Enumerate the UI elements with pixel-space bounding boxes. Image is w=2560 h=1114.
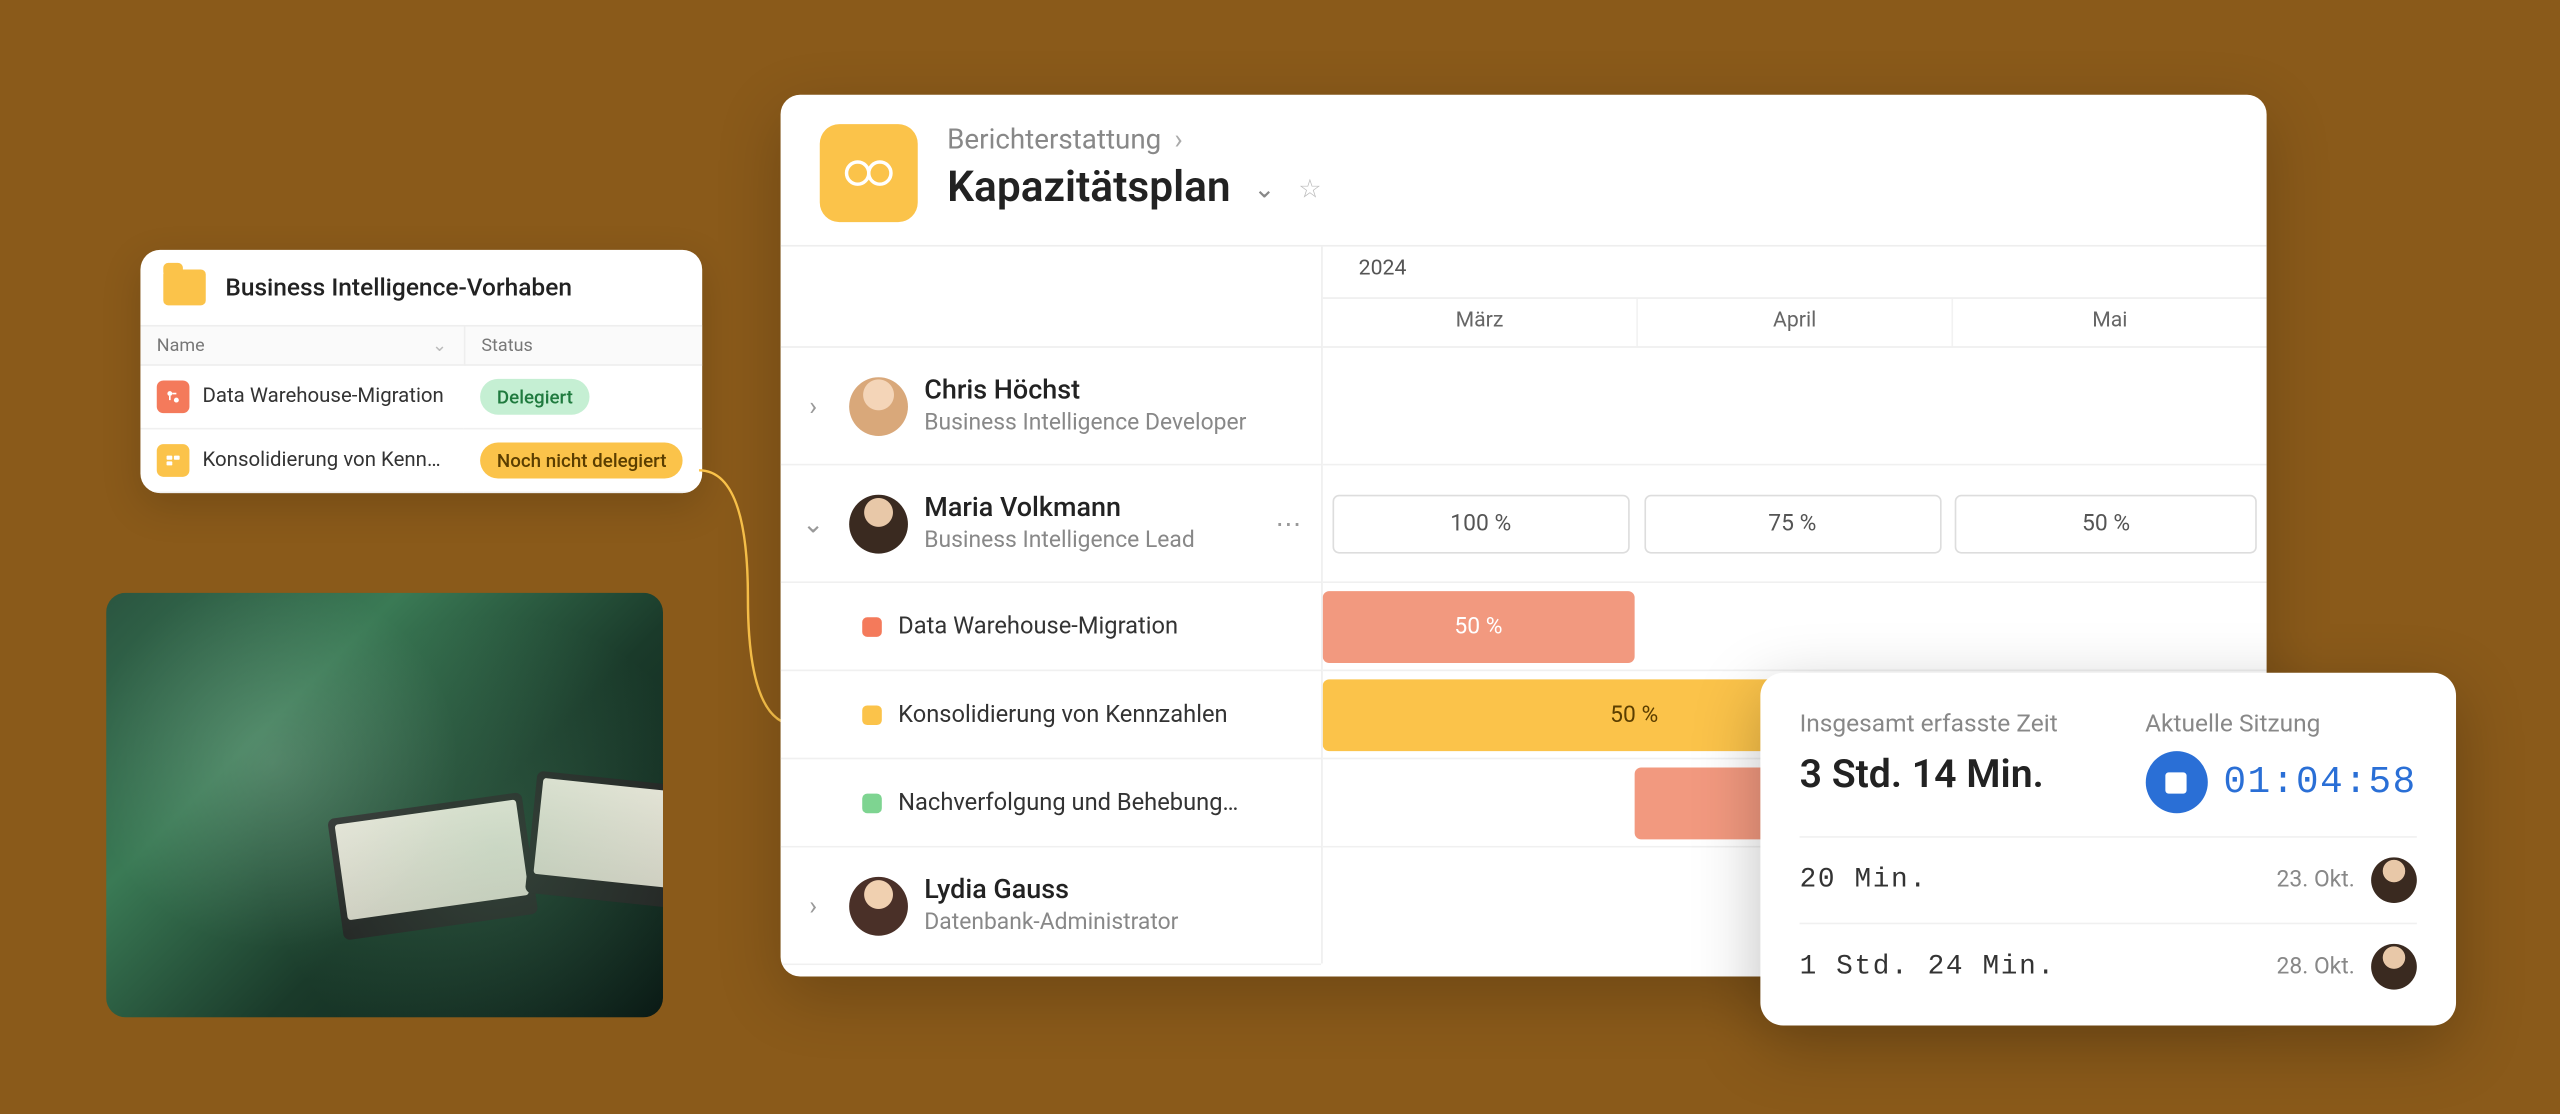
project-icon [157,444,190,477]
task-color-dot [862,616,882,636]
breadcrumb[interactable]: Berichterstattung › [947,124,1322,157]
person-name: Lydia Gauss [924,875,1178,906]
person-role: Datenbank-Administrator [924,910,1178,936]
title-dropdown[interactable]: ⌄ [1254,172,1276,203]
project-name: Data Warehouse-Migration [202,384,443,408]
person-role: Business Intelligence Lead [924,527,1194,553]
col-name[interactable]: Name⌄ [140,326,464,365]
timeline-row [1323,348,2267,466]
entry-date: 23. Okt. [2277,867,2355,893]
task-label: Nachverfolgung und Behebung… [898,789,1238,817]
timeline-row: 50 % [1323,583,2267,671]
favorite-star-icon[interactable]: ☆ [1298,172,1321,203]
expand-toggle[interactable]: › [794,390,833,421]
avatar [2371,857,2417,903]
time-entry[interactable]: 20 Min. 23. Okt. [1800,836,2417,923]
bi-projects-card: Business Intelligence-Vorhaben Name⌄ Sta… [140,250,702,493]
stop-timer-button[interactable] [2145,751,2207,813]
task-color-dot [862,705,882,725]
page-title: Kapazitätsplan [947,163,1231,212]
app-icon [820,124,918,222]
person-name: Maria Volkmann [924,493,1194,524]
sort-icon[interactable]: ⌄ [432,335,447,356]
person-row[interactable]: › Lydia Gauss Datenbank-Administrator [781,848,1322,966]
more-icon[interactable]: ⋯ [1275,508,1301,539]
people-column: › Chris Höchst Business Intelligence Dev… [781,247,1323,964]
avatar [2371,944,2417,990]
total-time-label: Insgesamt erfasste Zeit [1800,709,2058,738]
time-tracking-card: Insgesamt erfasste Zeit 3 Std. 14 Min. A… [1760,673,2456,1026]
timeline-row: 100 % 75 % 50 % [1323,465,2267,583]
session-label: Aktuelle Sitzung [2145,709,2417,738]
task-color-dot [862,793,882,813]
time-entry[interactable]: 1 Std. 24 Min. 28. Okt. [1800,923,2417,1010]
stop-icon [2165,772,2186,793]
month-header: April [1638,299,1953,346]
person-name: Chris Höchst [924,376,1246,407]
year-label: 2024 [1323,247,2267,299]
month-header: März [1323,299,1638,346]
decorative-photo [106,593,663,1018]
expand-toggle[interactable]: › [794,890,833,921]
total-time-value: 3 Std. 14 Min. [1800,751,2058,797]
chevron-right-icon: › [1174,124,1182,157]
col-status[interactable]: Status [464,326,702,365]
status-badge: Delegiert [481,379,590,415]
task-bar[interactable]: 50 % [1323,590,1634,662]
avatar [849,876,908,935]
folder-icon [163,269,205,305]
project-icon [157,380,190,413]
status-badge: Noch nicht delegiert [481,443,683,479]
task-label: Konsolidierung von Kennzahlen [898,701,1227,729]
person-row[interactable]: › Chris Höchst Business Intelligence Dev… [781,348,1322,466]
table-row[interactable]: Konsolidierung von Kenn… Noch nicht dele… [140,429,702,493]
task-row[interactable]: Konsolidierung von Kennzahlen [781,671,1322,759]
person-role: Business Intelligence Developer [924,410,1246,436]
avatar [849,494,908,553]
capacity-bar[interactable]: 50 % [1955,494,2257,553]
projects-table: Name⌄ Status Data Warehouse-Migration De… [140,325,702,493]
session-timer: 01:04:58 [2223,761,2416,803]
small-card-title: Business Intelligence-Vorhaben [225,273,572,302]
task-label: Data Warehouse-Migration [898,612,1178,640]
person-row[interactable]: ⌄ Maria Volkmann Business Intelligence L… [781,465,1322,583]
entry-duration: 1 Std. 24 Min. [1800,951,2056,982]
entry-duration: 20 Min. [1800,865,1928,896]
expand-toggle[interactable]: ⌄ [794,508,833,539]
entry-date: 28. Okt. [2277,954,2355,980]
avatar [849,376,908,435]
capacity-bar[interactable]: 75 % [1644,494,1941,553]
table-row[interactable]: Data Warehouse-Migration Delegiert [140,365,702,429]
month-header: Mai [1953,299,2267,346]
project-name: Konsolidierung von Kenn… [202,448,440,472]
task-row[interactable]: Data Warehouse-Migration [781,583,1322,671]
task-row[interactable]: Nachverfolgung und Behebung… [781,759,1322,847]
capacity-bar[interactable]: 100 % [1332,494,1629,553]
